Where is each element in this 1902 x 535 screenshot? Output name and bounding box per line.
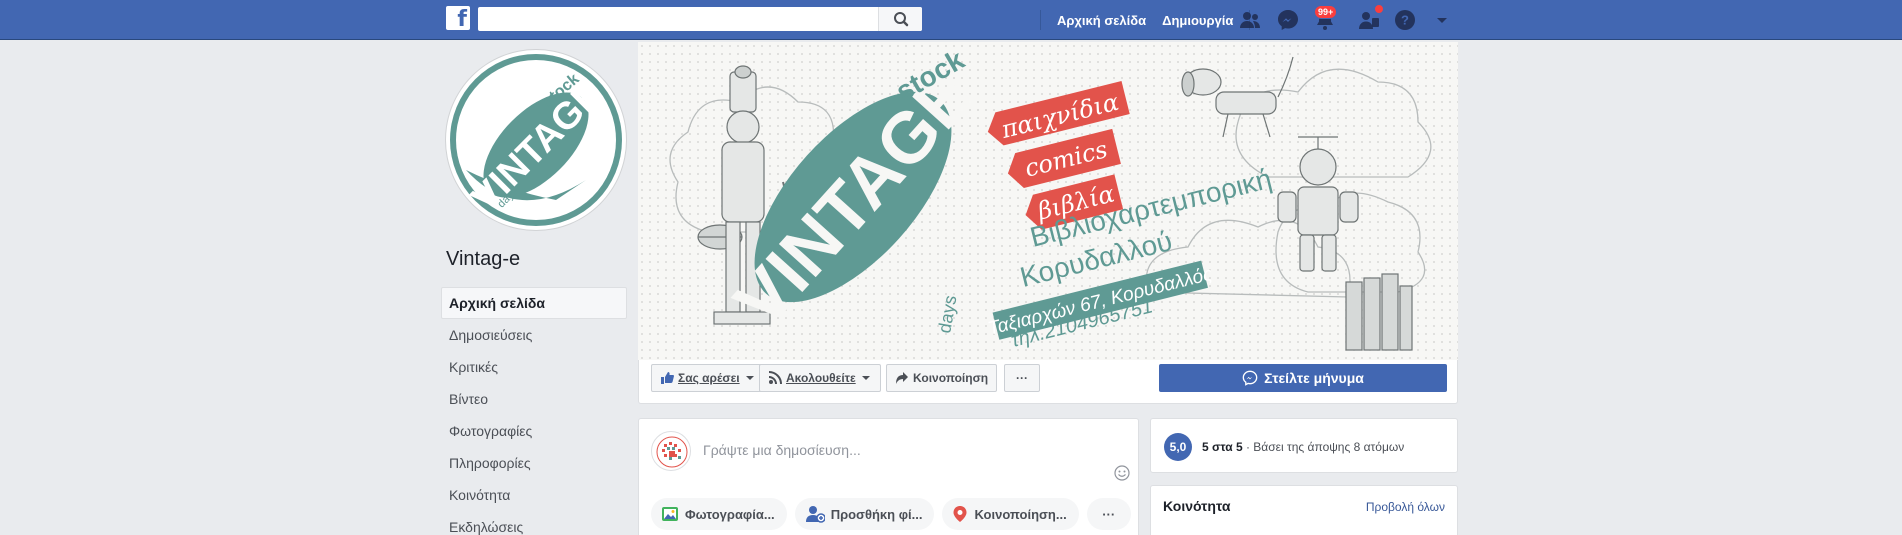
sidebar-item-events[interactable]: Εκδηλώσεις — [441, 511, 627, 535]
nav-home-link[interactable]: Αρχική σελίδα — [1049, 13, 1154, 28]
nav-divider — [1040, 10, 1041, 30]
thumbs-up-icon — [661, 372, 674, 384]
sidebar-item-videos[interactable]: Βίντεο — [441, 383, 627, 415]
share-button[interactable]: Κοινοποίηση — [886, 364, 998, 392]
tag-friends-icon — [805, 506, 825, 523]
follow-button-label: Ακολουθείτε — [786, 371, 856, 385]
search-button[interactable] — [878, 7, 922, 31]
photo-video-label: Φωτογραφία... — [685, 506, 775, 522]
friend-requests-icon[interactable] — [1238, 8, 1262, 32]
send-message-label: Στείλτε μήνυμα — [1264, 370, 1364, 386]
toy-robot-drawing — [1277, 136, 1359, 272]
search-icon — [894, 12, 909, 27]
check-in-chip[interactable]: Κοινοποίηση... — [942, 498, 1079, 530]
nav-create-link[interactable]: Δημιουργία — [1154, 13, 1241, 28]
sidebar-item-home[interactable]: Αρχική σελίδα — [441, 287, 627, 319]
community-see-all-link[interactable]: Προβολή όλων — [1366, 500, 1445, 514]
photo-icon — [662, 507, 678, 521]
composer-input[interactable]: Γράψτε μια δημοσίευση... — [703, 442, 861, 458]
page-manager-dot — [1374, 4, 1384, 14]
search-input[interactable] — [478, 7, 878, 31]
composer-actions: Φωτογραφία... Προσθήκη φί... Κοινοποίηση… — [651, 498, 1131, 530]
location-pin-icon — [953, 506, 967, 522]
community-title: Κοινότητα — [1163, 498, 1231, 514]
emoji-icon[interactable] — [1114, 465, 1130, 481]
composer-avatar — [651, 431, 691, 471]
search-box — [478, 7, 922, 31]
messenger-icon[interactable] — [1276, 8, 1300, 32]
rating-score-badge: 5,0 — [1164, 433, 1192, 461]
page-avatar-icon — [656, 436, 688, 468]
community-card: Κοινότητα Προβολή όλων — [1150, 485, 1458, 535]
rating-card: 5,0 5 στα 5 · Βάσει της άποψης 8 ατόμων — [1150, 418, 1458, 473]
send-message-button[interactable]: Στείλτε μήνυμα — [1159, 364, 1447, 392]
rating-score-text: 5 στα 5 — [1202, 440, 1243, 454]
page-action-bar: Σας αρέσει Ακολουθείτε Κοινοποίηση ··· Σ… — [638, 360, 1458, 404]
sidebar-item-reviews[interactable]: Κριτικές — [441, 351, 627, 383]
profile-picture[interactable]: VINTAGE stock days — [446, 50, 626, 230]
vintage-logo-icon: VINTAGE stock days — [450, 54, 622, 226]
svg-text:?: ? — [1401, 13, 1409, 28]
more-dots-icon: ··· — [1102, 506, 1116, 522]
tag-friends-label: Προσθήκη φί... — [830, 506, 923, 522]
sidebar-item-posts[interactable]: Δημοσιεύσεις — [441, 319, 627, 351]
messenger-icon — [1242, 370, 1258, 386]
more-dots-icon: ··· — [1016, 371, 1028, 385]
share-button-label: Κοινοποίηση — [913, 371, 989, 385]
cover-photo[interactable]: VINTAGE stock days παιχνίδια comics βιβλ… — [638, 42, 1458, 360]
post-composer: Γράψτε μια δημοσίευση... Φωτογραφία... Π… — [638, 418, 1139, 535]
top-navigation-bar: f Αρχική σελίδα Δημιουργία 99+ ? — [0, 0, 1902, 40]
page-sidebar-nav: Αρχική σελίδα Δημοσιεύσεις Κριτικές Βίντ… — [441, 287, 627, 535]
check-in-label: Κοινοποίηση... — [974, 506, 1067, 522]
rss-icon — [768, 371, 782, 385]
cover-artwork: VINTAGE stock days παιχνίδια comics βιβλ… — [669, 44, 1432, 352]
more-options-button[interactable]: ··· — [1004, 364, 1040, 392]
photo-video-chip[interactable]: Φωτογραφία... — [651, 498, 787, 530]
tag-friends-chip[interactable]: Προσθήκη φί... — [794, 498, 935, 530]
composer-more-button[interactable]: ··· — [1086, 498, 1131, 530]
chevron-down-icon[interactable] — [1430, 8, 1454, 32]
caret-down-icon — [861, 376, 870, 380]
caret-down-icon — [745, 376, 754, 380]
like-button-label: Σας αρέσει — [678, 371, 740, 385]
sidebar-item-community[interactable]: Κοινότητα — [441, 479, 627, 511]
sidebar-item-photos[interactable]: Φωτογραφίες — [441, 415, 627, 447]
page-name[interactable]: Vintag-e — [446, 248, 520, 271]
facebook-logo-icon[interactable]: f — [446, 6, 470, 32]
rating-basis-text: · Βάσει της άποψης 8 ατόμων — [1242, 440, 1405, 454]
rating-summary[interactable]: 5 στα 5 · Βάσει της άποψης 8 ατόμων — [1202, 440, 1404, 454]
notifications-badge: 99+ — [1314, 5, 1338, 19]
sidebar-item-about[interactable]: Πληροφορίες — [441, 447, 627, 479]
follow-button[interactable]: Ακολουθείτε — [759, 364, 881, 392]
like-button[interactable]: Σας αρέσει — [651, 364, 765, 392]
help-icon[interactable]: ? — [1393, 8, 1417, 32]
top-nav-links: Αρχική σελίδα Δημιουργία — [1032, 0, 1258, 40]
books-drawing — [1345, 273, 1413, 351]
cover-logo-bottom-text: days — [934, 294, 960, 335]
share-arrow-icon — [896, 372, 908, 384]
